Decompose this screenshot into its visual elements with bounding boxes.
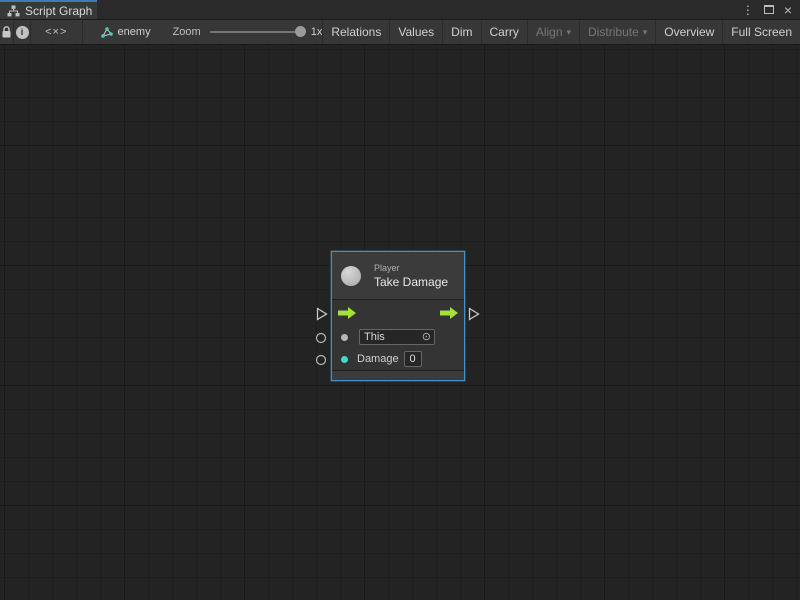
lock-icon [1,26,12,39]
values-button[interactable]: Values [389,20,442,44]
take-damage-node[interactable]: Player Take Damage This ⊙ [331,251,465,381]
this-field-value: This [364,331,385,343]
overview-button[interactable]: Overview [655,20,722,44]
code-preview-button[interactable]: <×> [31,20,83,44]
node-subtitle: Player [374,263,448,273]
circle-port-icon [315,354,327,366]
flow-input-arrow-icon[interactable] [338,307,356,319]
lock-button[interactable] [0,20,14,44]
maximize-icon[interactable] [764,5,774,14]
flow-row [332,300,464,326]
damage-value-field[interactable]: 0 [404,351,422,367]
info-button[interactable]: i [14,20,31,44]
code-icon: <×> [45,26,67,38]
player-script-icon [341,266,361,286]
node-title: Take Damage [374,275,448,289]
window-controls: ⋮ × [742,0,800,19]
this-object-field[interactable]: This ⊙ [359,329,435,345]
circle-port-icon [315,332,327,344]
damage-port-dot[interactable] [341,356,348,363]
relations-button[interactable]: Relations [322,20,389,44]
chevron-down-icon: ▾ [643,27,648,38]
node-header: Player Take Damage [332,252,464,300]
distribute-button[interactable]: Distribute ▾ [579,20,655,44]
close-icon[interactable]: × [784,3,792,17]
hierarchy-icon [7,5,20,17]
menu-icon[interactable]: ⋮ [742,4,754,16]
zoom-control: Zoom 1x [173,20,323,44]
external-flow-output-port[interactable] [468,307,480,321]
carry-button[interactable]: Carry [481,20,527,44]
external-this-input-port[interactable] [315,332,327,344]
toolbar-buttons: Relations Values Dim Carry Align ▾ Distr… [322,20,800,44]
tab-bar: Script Graph ⋮ × [0,0,800,20]
flow-output-arrow-icon[interactable] [440,307,458,319]
damage-port-row: Damage 0 [332,348,464,370]
fullscreen-button[interactable]: Full Screen [722,20,800,44]
graph-canvas[interactable]: Player Take Damage This ⊙ [0,45,800,600]
triangle-port-icon [468,307,480,321]
zoom-value: 1x [311,26,323,38]
this-port-row: This ⊙ [332,326,464,348]
external-flow-input-port[interactable] [316,307,328,321]
damage-port-label: Damage [357,353,399,365]
external-damage-input-port[interactable] [315,354,327,366]
zoom-label: Zoom [173,26,201,38]
zoom-slider[interactable] [210,31,302,33]
graph-toolbar: i <×> enemy Zoom 1x Relations Values Dim [0,20,800,45]
triangle-port-icon [316,307,328,321]
zoom-slider-handle[interactable] [295,26,306,37]
node-footer [332,370,464,380]
info-icon: i [16,26,29,39]
tab-title: Script Graph [25,4,92,18]
chevron-down-icon: ▾ [567,27,572,38]
breadcrumb-label: enemy [118,26,151,38]
graph-asset-icon [100,26,113,39]
tab-script-graph[interactable]: Script Graph [0,0,97,19]
align-button[interactable]: Align ▾ [527,20,579,44]
dim-button[interactable]: Dim [442,20,480,44]
object-picker-icon[interactable]: ⊙ [422,332,431,343]
script-graph-window: Script Graph ⋮ × i <×> [0,0,800,600]
this-port-dot[interactable] [341,334,348,341]
breadcrumb[interactable]: enemy [92,20,159,44]
